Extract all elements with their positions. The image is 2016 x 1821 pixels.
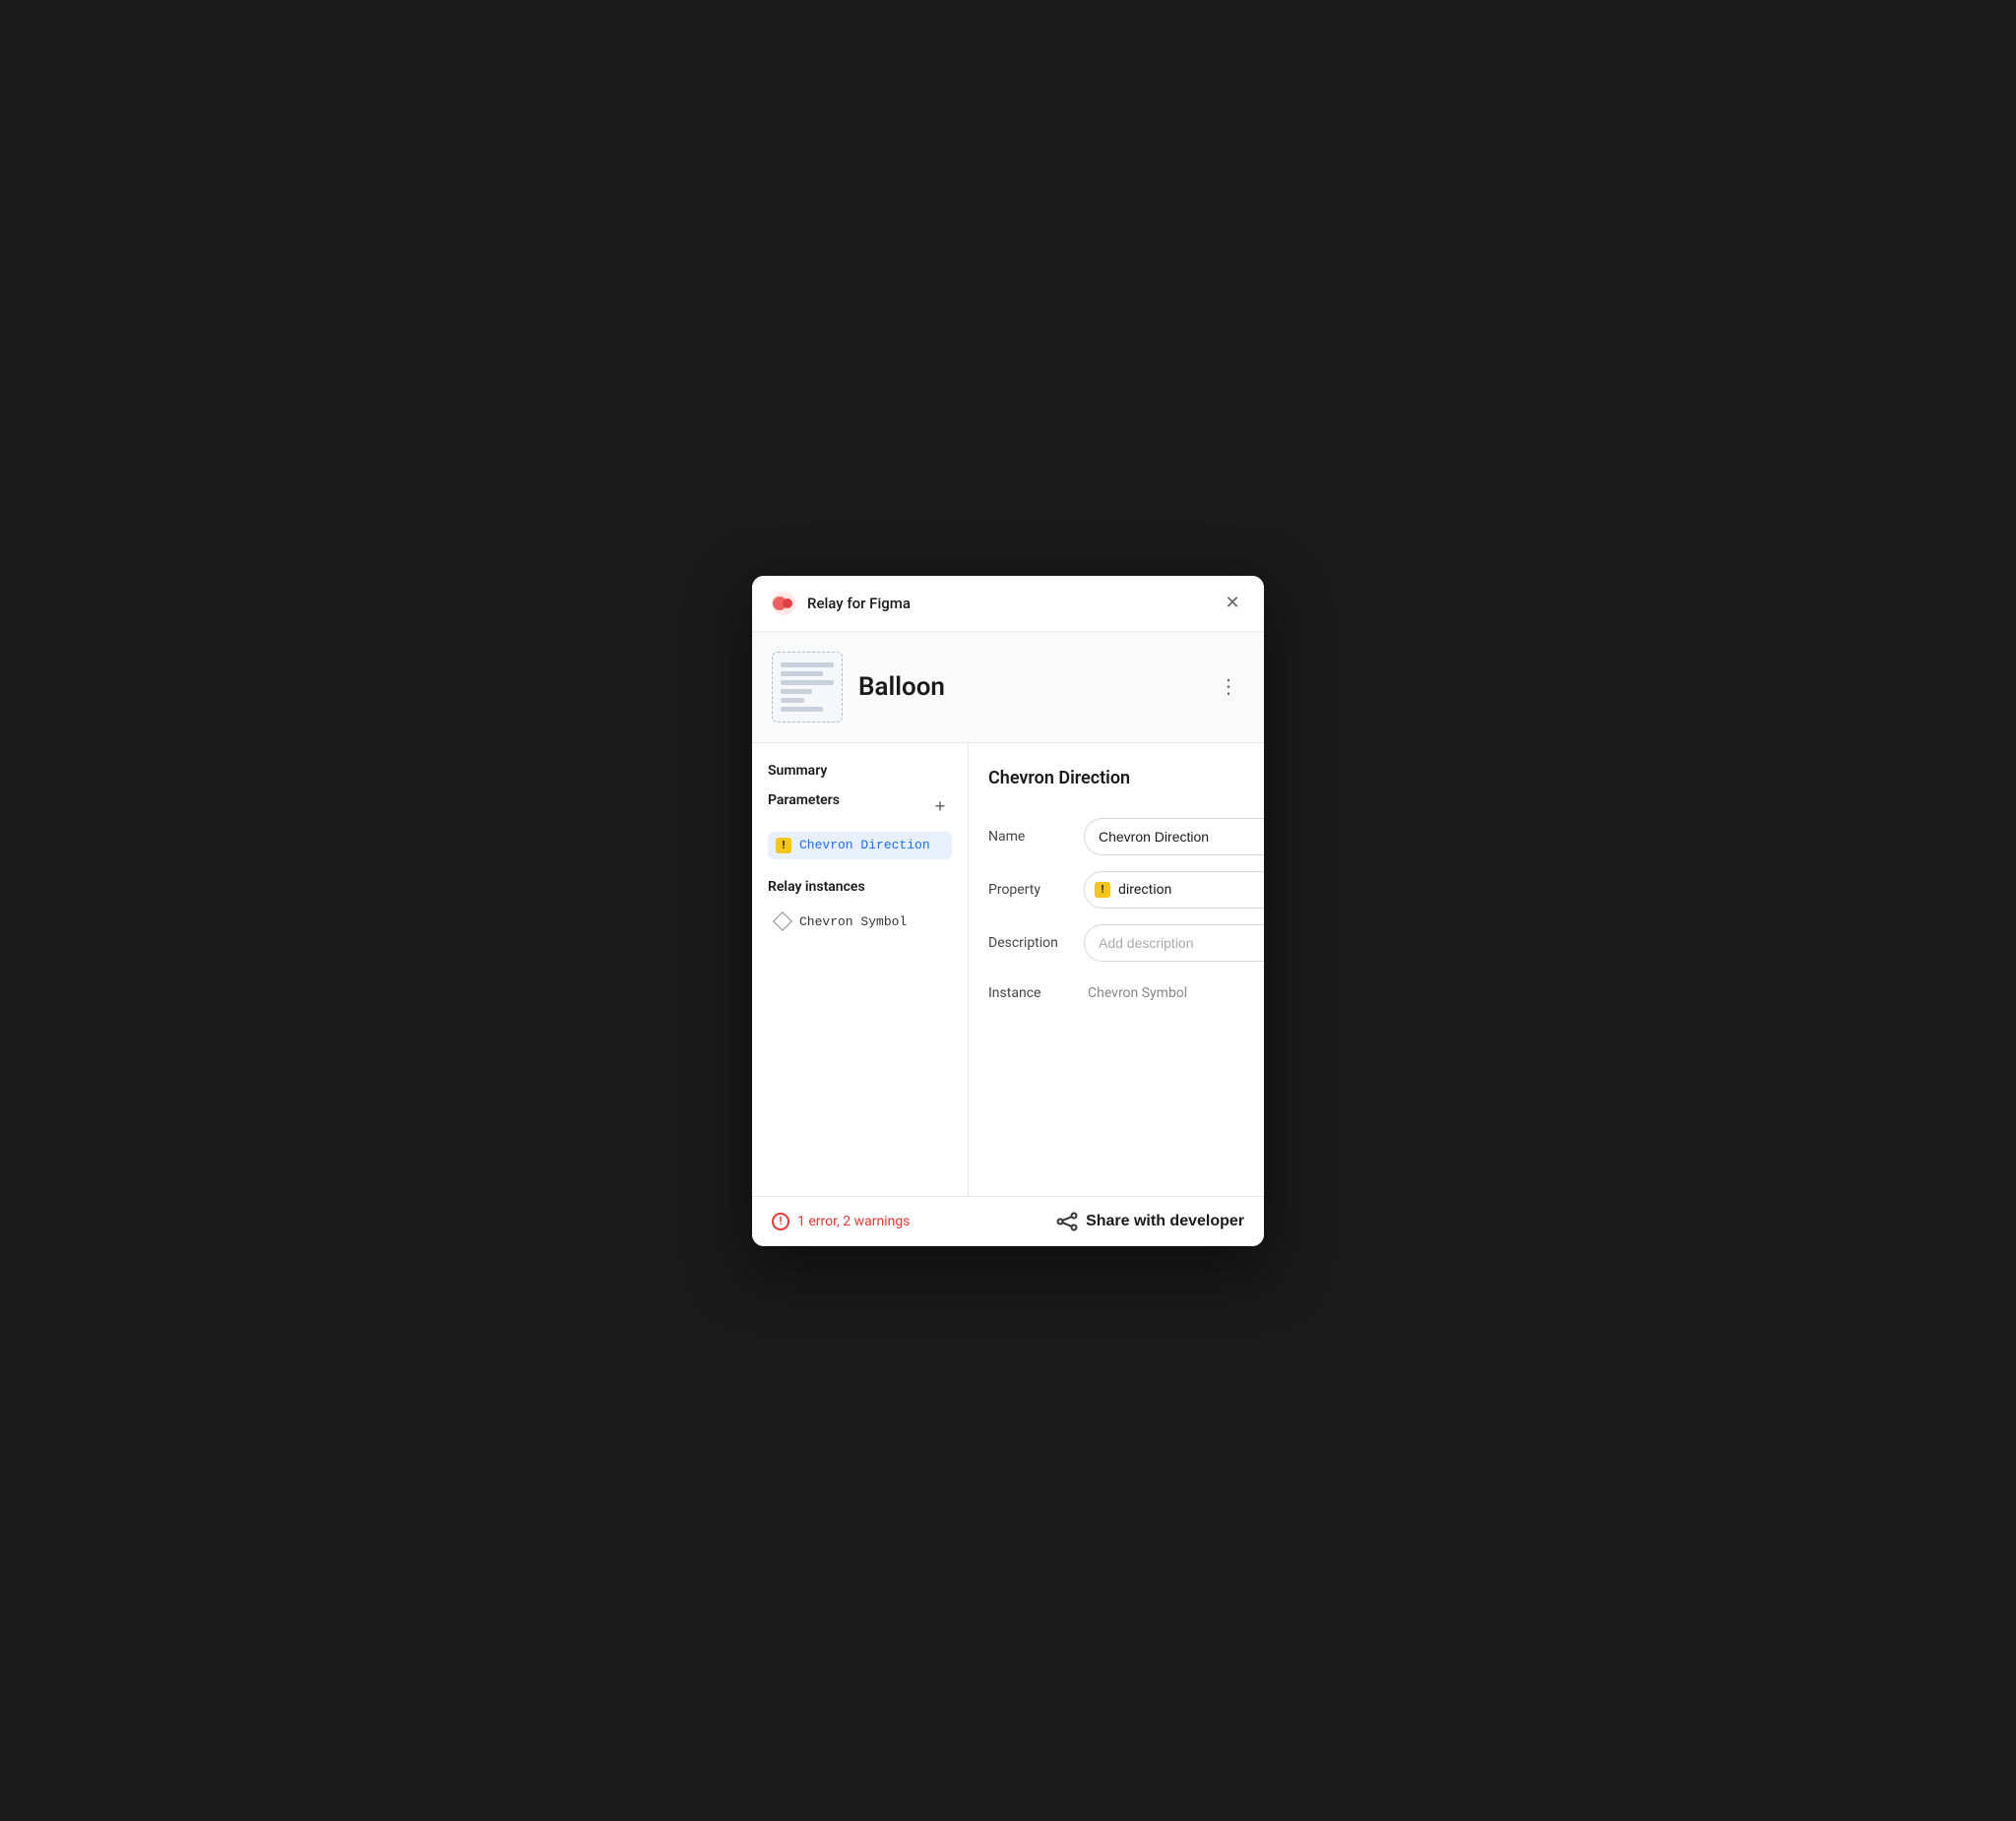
left-panel: Summary Parameters + ! Chevron Direction… bbox=[752, 743, 969, 1196]
close-button[interactable]: ✕ bbox=[1219, 590, 1246, 617]
parameters-header: Parameters + bbox=[768, 792, 952, 822]
thumb-line-2 bbox=[781, 671, 823, 676]
add-parameter-button[interactable]: + bbox=[928, 795, 952, 819]
main-content: Summary Parameters + ! Chevron Direction… bbox=[752, 743, 1264, 1196]
property-value: direction bbox=[1118, 882, 1171, 898]
right-panel: Chevron Direction 🗑 Name Property ! bbox=[969, 743, 1264, 1196]
footer: ! 1 error, 2 warnings Share with develop… bbox=[752, 1196, 1264, 1246]
title-bar-left: Relay for Figma bbox=[770, 590, 911, 617]
target-button[interactable] bbox=[1260, 977, 1264, 1009]
instance-label: Chevron Symbol bbox=[799, 914, 907, 929]
component-header: Balloon ⋮ bbox=[752, 632, 1264, 743]
property-label: Property bbox=[988, 882, 1072, 898]
delete-button[interactable]: 🗑 bbox=[1260, 763, 1264, 794]
add-icon: + bbox=[935, 796, 946, 817]
thumb-line-6 bbox=[781, 707, 823, 712]
name-label: Name bbox=[988, 829, 1072, 845]
right-panel-header: Chevron Direction 🗑 bbox=[988, 763, 1264, 794]
error-status: ! 1 error, 2 warnings bbox=[772, 1213, 910, 1230]
app-title: Relay for Figma bbox=[807, 595, 911, 612]
share-label: Share with developer bbox=[1086, 1213, 1244, 1230]
thumbnail-preview bbox=[781, 662, 834, 712]
property-select-inner: ! direction bbox=[1095, 882, 1171, 898]
diamond-icon bbox=[773, 911, 792, 931]
relay-logo-icon bbox=[770, 590, 797, 617]
property-select[interactable]: ! direction ∨ bbox=[1084, 871, 1264, 909]
instance-label: Instance bbox=[988, 985, 1072, 1001]
relay-instances-section: Relay instances Chevron Symbol bbox=[768, 879, 952, 935]
more-options-icon: ⋮ bbox=[1219, 674, 1238, 699]
property-field-row: Property ! direction ∨ bbox=[988, 871, 1264, 909]
instance-item-chevron-symbol[interactable]: Chevron Symbol bbox=[768, 909, 952, 935]
name-field-row: Name bbox=[988, 818, 1264, 855]
component-thumbnail bbox=[772, 652, 843, 722]
thumb-line-1 bbox=[781, 662, 834, 667]
instance-field-row: Instance Chevron Symbol bbox=[988, 977, 1264, 1009]
panel-title: Chevron Direction bbox=[988, 768, 1130, 788]
more-options-button[interactable]: ⋮ bbox=[1213, 671, 1244, 703]
component-header-left: Balloon bbox=[772, 652, 945, 722]
description-label: Description bbox=[988, 935, 1072, 951]
parameter-item-chevron-direction[interactable]: ! Chevron Direction bbox=[768, 832, 952, 859]
error-message: 1 error, 2 warnings bbox=[797, 1214, 910, 1229]
property-warning-icon: ! bbox=[1095, 882, 1110, 898]
app-window: Relay for Figma ✕ Balloon ⋮ bbox=[752, 576, 1264, 1246]
instance-value: Chevron Symbol bbox=[1084, 985, 1248, 1001]
share-button[interactable]: Share with developer bbox=[1056, 1211, 1244, 1232]
thumb-line-3 bbox=[781, 680, 834, 685]
name-input[interactable] bbox=[1084, 818, 1264, 855]
thumb-line-5 bbox=[781, 698, 804, 703]
parameter-label: Chevron Direction bbox=[799, 838, 930, 852]
description-field-row: Description bbox=[988, 924, 1264, 962]
title-bar: Relay for Figma ✕ bbox=[752, 576, 1264, 632]
component-name: Balloon bbox=[858, 672, 945, 702]
parameters-section-title: Parameters bbox=[768, 792, 840, 808]
warning-icon: ! bbox=[776, 838, 791, 853]
thumb-line-4 bbox=[781, 689, 812, 694]
description-input[interactable] bbox=[1084, 924, 1264, 962]
relay-instances-title: Relay instances bbox=[768, 879, 952, 895]
summary-section-title: Summary bbox=[768, 763, 952, 779]
error-icon: ! bbox=[772, 1213, 789, 1230]
share-icon bbox=[1056, 1211, 1078, 1232]
